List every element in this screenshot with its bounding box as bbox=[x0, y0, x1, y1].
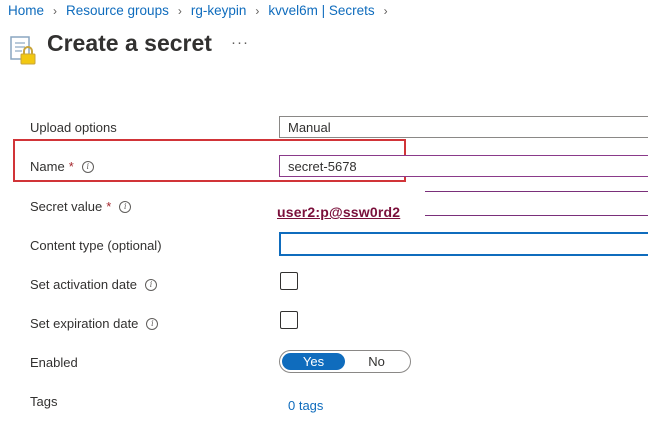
secret-value-label: Secret value * i bbox=[30, 199, 132, 214]
upload-options-label: Upload options bbox=[30, 120, 117, 135]
enabled-label: Enabled bbox=[30, 355, 78, 370]
info-icon[interactable]: i bbox=[146, 317, 159, 330]
chevron-right-icon: › bbox=[177, 3, 182, 18]
secret-value-input[interactable]: user2:p@ssw0rd2 bbox=[277, 204, 400, 220]
info-icon[interactable]: i bbox=[144, 278, 157, 291]
info-icon[interactable]: i bbox=[119, 200, 132, 213]
upload-options-label-text: Upload options bbox=[30, 120, 117, 135]
chevron-right-icon: › bbox=[53, 3, 58, 18]
upload-options-select[interactable]: Manual bbox=[279, 116, 648, 138]
more-options-button[interactable]: ··· bbox=[231, 34, 249, 51]
name-label-text: Name bbox=[30, 159, 65, 174]
name-input-value: secret-5678 bbox=[288, 158, 357, 174]
name-label: Name * i bbox=[30, 159, 94, 174]
activation-date-checkbox[interactable] bbox=[280, 272, 298, 290]
content-type-label: Content type (optional) bbox=[30, 238, 162, 253]
secret-value-label-text: Secret value bbox=[30, 199, 103, 214]
key-vault-secret-icon bbox=[10, 36, 38, 66]
expiration-date-checkbox[interactable] bbox=[280, 311, 298, 329]
breadcrumb-rg-keypin[interactable]: rg-keypin bbox=[191, 3, 247, 18]
enabled-label-text: Enabled bbox=[30, 355, 78, 370]
expiration-date-label: Set expiration date i bbox=[30, 316, 159, 331]
chevron-right-icon: › bbox=[255, 3, 260, 18]
activation-date-label-text: Set activation date bbox=[30, 277, 137, 292]
breadcrumb: Home › Resource groups › rg-keypin › kvv… bbox=[8, 3, 397, 18]
required-asterisk: * bbox=[68, 159, 74, 174]
breadcrumb-home[interactable]: Home bbox=[8, 3, 44, 18]
enabled-yes-option[interactable]: Yes bbox=[282, 353, 345, 370]
content-type-label-text: Content type (optional) bbox=[30, 238, 162, 253]
breadcrumb-vault-secrets[interactable]: kvvel6m | Secrets bbox=[268, 3, 374, 18]
name-input[interactable]: secret-5678 bbox=[279, 155, 648, 177]
secret-value-field-border bbox=[425, 215, 648, 216]
tags-label: Tags bbox=[30, 394, 57, 409]
tags-link[interactable]: 0 tags bbox=[288, 398, 323, 413]
enabled-toggle[interactable]: Yes No bbox=[279, 350, 411, 373]
enabled-no-option[interactable]: No bbox=[345, 353, 408, 370]
required-asterisk: * bbox=[106, 199, 112, 214]
chevron-right-icon: › bbox=[383, 3, 388, 18]
breadcrumb-resource-groups[interactable]: Resource groups bbox=[66, 3, 169, 18]
expiration-date-label-text: Set expiration date bbox=[30, 316, 139, 331]
content-type-input[interactable] bbox=[279, 232, 648, 256]
page-title: Create a secret bbox=[47, 30, 212, 56]
activation-date-label: Set activation date i bbox=[30, 277, 157, 292]
secret-value-field-border bbox=[425, 191, 648, 192]
info-icon[interactable]: i bbox=[81, 160, 94, 173]
upload-options-value: Manual bbox=[288, 119, 331, 135]
tags-label-text: Tags bbox=[30, 394, 58, 409]
